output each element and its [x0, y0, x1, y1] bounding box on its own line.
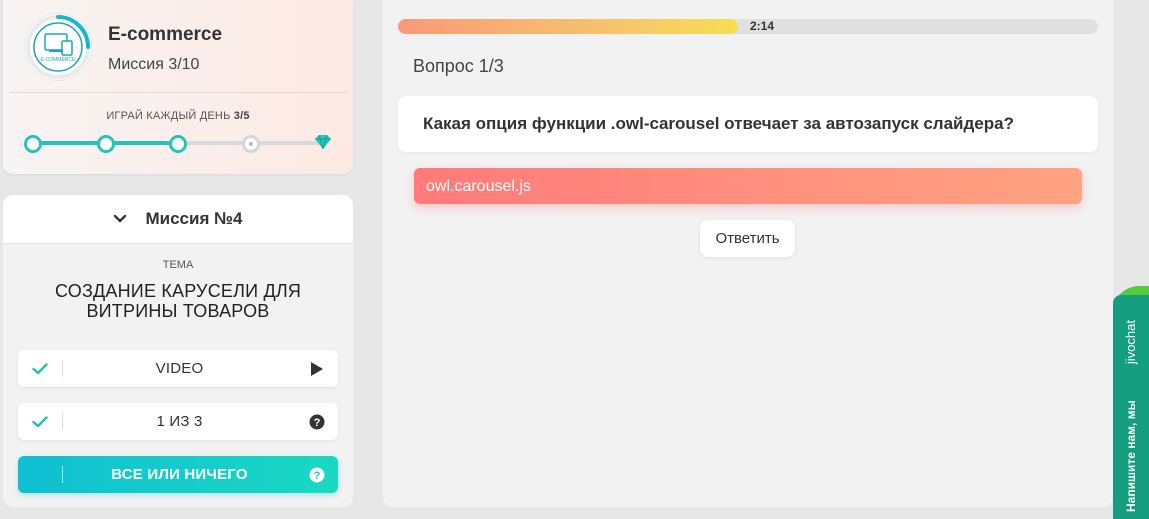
task-label: 1 ИЗ 3 [156, 413, 203, 430]
task-label: ВСЕ ИЛИ НИЧЕГО [111, 466, 248, 483]
mission-panel: Миссия №4 ТЕМА СОЗДАНИЕ КАРУСЕЛИ ДЛЯ ВИТ… [3, 195, 353, 507]
svg-text:E-COMMERCE: E-COMMERCE [41, 57, 76, 63]
topic-label: ТЕМА [162, 259, 194, 271]
daily-streak-text: ИГРАЙ КАЖДЫЙ ДЕНЬ [106, 110, 231, 122]
question-card: Какая опция функции .owl-carousel отвеча… [398, 96, 1098, 152]
mission-title: Миссия №4 [145, 209, 243, 228]
help-icon[interactable]: ? [296, 414, 338, 430]
task-status-slot [18, 466, 63, 483]
question-text: Какая опция функции .owl-carousel отвеча… [423, 114, 1014, 133]
task-label: VIDEO [155, 360, 204, 377]
task-video[interactable]: VIDEO [18, 350, 338, 387]
jivochat-brand[interactable]: jivochat [1123, 320, 1139, 364]
check-icon [18, 360, 63, 377]
task-all-or-nothing[interactable]: ВСЕ ИЛИ НИЧЕГО ? [18, 456, 338, 493]
task-quiz-1of3[interactable]: 1 ИЗ 3 ? [18, 403, 338, 440]
diamond-icon [315, 134, 331, 150]
daily-streak-track [23, 133, 333, 153]
play-icon[interactable] [296, 361, 338, 377]
daily-streak-count: 3/5 [233, 110, 250, 122]
mission-header[interactable]: Миссия №4 [3, 195, 353, 244]
daily-streak-label: ИГРАЙ КАЖДЫЙ ДЕНЬ 3/5 [3, 110, 353, 122]
course-card: E-COMMERCE E-commerce Миссия 3/10 ИГРАЙ … [3, 0, 353, 174]
course-title: E-commerce [108, 24, 223, 45]
answer-text: owl.carousel.js [426, 178, 531, 195]
svg-text:?: ? [314, 417, 321, 429]
course-logo: E-COMMERCE [25, 14, 91, 80]
streak-day-dot [241, 135, 260, 153]
svg-text:?: ? [314, 470, 321, 482]
mission-progress: Миссия 3/10 [108, 56, 200, 73]
help-icon[interactable]: ? [296, 467, 338, 483]
divider [9, 92, 347, 93]
streak-day-dot [24, 135, 42, 153]
timer-text: 2:14 [750, 19, 775, 33]
question-counter: Вопрос 1/3 [413, 56, 504, 76]
check-icon [18, 413, 63, 430]
timer-bar: 2:14 [398, 19, 1098, 34]
answer-option[interactable]: owl.carousel.js [414, 168, 1082, 204]
streak-day-dot [169, 135, 187, 153]
jivochat-status[interactable]: Напишите нам, мы онлайн! [1123, 400, 1139, 519]
chevron-down-icon[interactable] [113, 212, 127, 226]
timer-fill [398, 19, 738, 34]
topic-title: СОЗДАНИЕ КАРУСЕЛИ ДЛЯ ВИТРИНЫ ТОВАРОВ [54, 281, 302, 321]
quiz-panel: 2:14 Вопрос 1/3 Какая опция функции .owl… [383, 0, 1113, 507]
submit-button[interactable]: Ответить [700, 220, 795, 257]
streak-day-dot [96, 135, 115, 153]
ecommerce-devices-icon: E-COMMERCE [26, 15, 90, 79]
